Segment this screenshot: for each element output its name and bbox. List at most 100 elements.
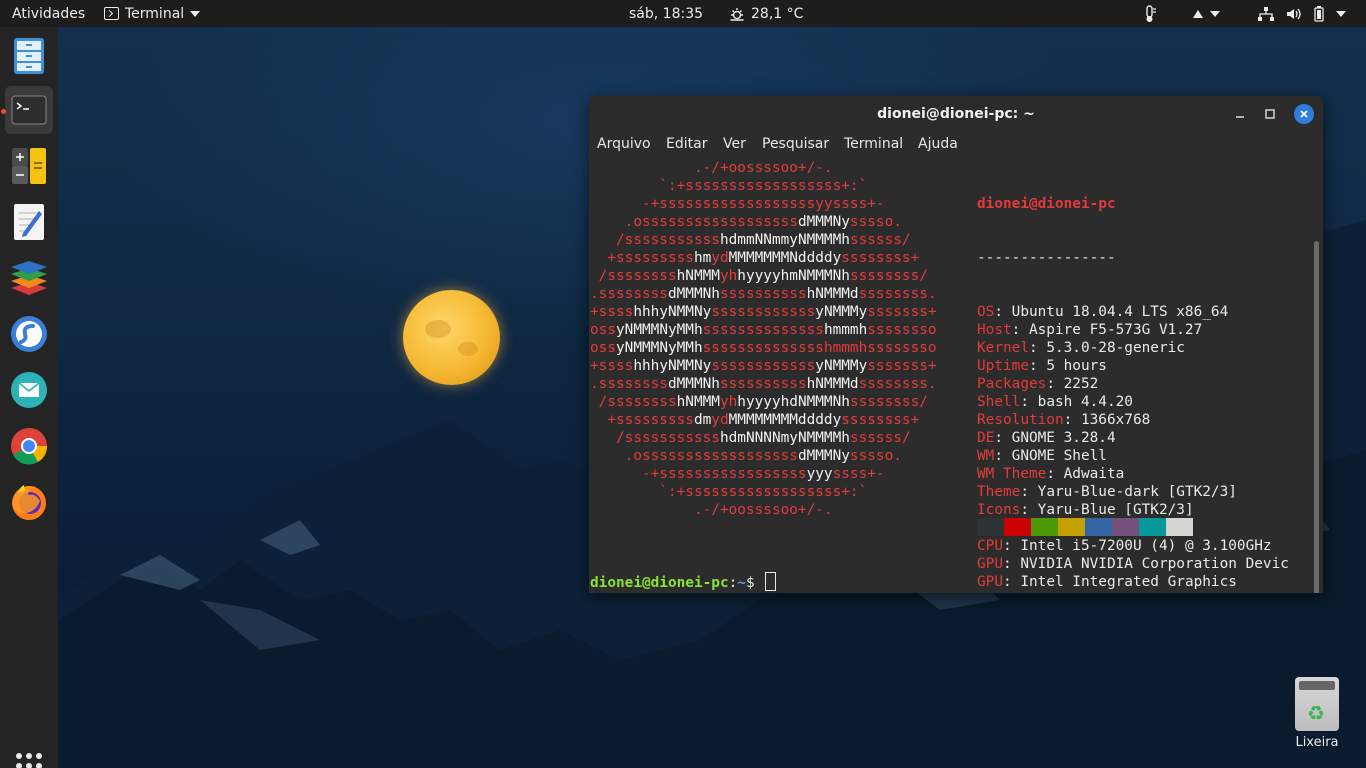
ascii-segment: oss	[590, 322, 616, 338]
menu-ajuda[interactable]: Ajuda	[918, 136, 958, 152]
ascii-segment: ssssssssss	[719, 286, 807, 302]
ascii-segment: -+sssssssssssssssss	[590, 466, 807, 482]
menu-pesquisar[interactable]: Pesquisar	[762, 136, 829, 152]
menu-terminal[interactable]: Terminal	[844, 136, 903, 152]
info-colon: :	[1003, 556, 1021, 572]
trash-icon: ♻	[1295, 677, 1339, 731]
ascii-segment: .-/+oossssoo+/-.	[590, 160, 833, 176]
info-row: WM Theme: Adwaita	[977, 465, 1289, 483]
prompt-symbol: $	[745, 575, 764, 591]
ascii-segment: dMMMNh	[667, 286, 720, 302]
shell-prompt[interactable]: dionei@dionei-pc:~$	[590, 572, 777, 592]
ascii-segment: ssssssssss	[719, 376, 807, 392]
info-key: Uptime	[977, 358, 1029, 374]
minimize-icon	[1236, 116, 1244, 118]
terminal-content[interactable]: .-/+oossssoo+/-. `:+ssssssssssssssssss+:…	[589, 157, 1323, 593]
info-colon: :	[1029, 592, 1046, 593]
weather-sun-icon	[730, 7, 744, 21]
menu-editar[interactable]: Editar	[666, 136, 707, 152]
info-colon: :	[1046, 376, 1064, 392]
ascii-segment: yd	[711, 250, 729, 266]
dock-item-files[interactable]	[5, 32, 53, 80]
close-icon	[1300, 110, 1308, 118]
info-value: bash 4.4.20	[1037, 394, 1133, 410]
info-colon: :	[1011, 322, 1029, 338]
ascii-segment: ssssssss.	[858, 286, 937, 302]
text-cursor	[765, 572, 777, 591]
info-value: Yaru-Blue-dark [GTK2/3]	[1037, 484, 1237, 500]
layers-icon	[11, 261, 47, 295]
ascii-segment: ssssssss.	[858, 376, 937, 392]
ascii-segment: hNMMMd	[806, 376, 859, 392]
scrollbar[interactable]	[1314, 241, 1319, 593]
info-value: 5.3.0-28-generic	[1046, 340, 1185, 356]
dock-item-firefox[interactable]	[5, 478, 53, 526]
palette-swatch	[1031, 518, 1058, 536]
dock-item-mail[interactable]	[5, 366, 53, 414]
menu-ver[interactable]: Ver	[723, 136, 746, 152]
close-button[interactable]	[1294, 104, 1314, 124]
trash-desktop-icon[interactable]: ♻ Lixeira	[1288, 677, 1346, 750]
ascii-segment: yd	[711, 412, 729, 428]
thermometer-indicator[interactable]	[1143, 0, 1157, 27]
dock-item-layers[interactable]	[5, 254, 53, 302]
dock-item-chrome[interactable]	[5, 422, 53, 470]
ascii-segment: yNMMMy	[815, 304, 868, 320]
weather-indicator[interactable]: 28,1 °C	[729, 0, 803, 27]
ascii-segment: -+ssssssssssssssssssyyssss+-	[590, 196, 885, 212]
info-colon: :	[1020, 394, 1038, 410]
ascii-segment: ssssssss+	[841, 412, 920, 428]
info-value: 1366x768	[1080, 412, 1151, 428]
ascii-segment: sssso.	[849, 214, 902, 230]
ascii-segment: hhhyNMMNy	[633, 304, 712, 320]
chevron-down-icon	[190, 10, 201, 17]
dock-item-simplenote[interactable]	[5, 310, 53, 358]
info-value: 2252	[1063, 376, 1099, 392]
info-value: 5 hours	[1046, 358, 1107, 374]
palette-swatch	[1004, 518, 1031, 536]
activities-button[interactable]: Atividades	[12, 0, 85, 27]
ascii-line: .ossssssssssssssssssdMMMNysssso.	[590, 447, 937, 465]
trash-label: Lixeira	[1295, 735, 1339, 750]
minimize-button[interactable]	[1230, 104, 1250, 124]
ascii-segment: yNMMMNyMMh	[616, 322, 703, 338]
ascii-segment: +ssss	[590, 304, 634, 320]
ascii-segment: .ssssssss	[590, 286, 668, 302]
palette-swatch	[1085, 518, 1112, 536]
ascii-segment: hhhyNMMNy	[633, 358, 712, 374]
upload-indicator[interactable]	[1192, 0, 1220, 27]
ascii-segment: /sssssssssss	[590, 430, 720, 446]
ascii-line: .ossssssssssssssssssdMMMNysssso.	[590, 213, 937, 231]
system-menu[interactable]	[1258, 0, 1346, 27]
maximize-button[interactable]	[1260, 104, 1280, 124]
info-key: Host	[977, 322, 1012, 338]
dock-item-calculator[interactable]	[5, 142, 53, 190]
show-applications-button[interactable]	[16, 753, 42, 768]
ascii-segment: ssss+-	[832, 466, 885, 482]
ascii-line: -+ssssssssssssssssssyyssss+-	[590, 195, 937, 213]
ascii-segment: yh	[719, 394, 738, 410]
ascii-segment: +sssssssss	[590, 412, 694, 428]
clock[interactable]: sáb, 18:35	[629, 0, 703, 27]
maximize-icon	[1265, 109, 1275, 119]
dock-item-text-editor[interactable]	[5, 198, 53, 246]
battery-icon	[1314, 5, 1324, 22]
prompt-separator: :	[728, 575, 738, 591]
palette-swatch	[977, 518, 1004, 536]
ascii-line: .-/+oossssoo+/-.	[590, 501, 937, 519]
window-titlebar[interactable]: dionei@dionei-pc: ~	[589, 96, 1323, 133]
menu-arquivo[interactable]: Arquivo	[597, 136, 651, 152]
ascii-segment: `:+ssssssssssssssssss+:`	[590, 484, 868, 500]
terminal-window[interactable]: dionei@dionei-pc: ~ Arquivo Editar Ver P…	[589, 96, 1323, 593]
info-colon: :	[1046, 466, 1064, 482]
app-menu-button[interactable]: Terminal	[104, 0, 201, 27]
info-colon: :	[1063, 412, 1081, 428]
info-key: Icons	[977, 502, 1021, 518]
info-separator: ----------------	[977, 250, 1116, 266]
moon	[403, 290, 500, 385]
info-colon: :	[994, 448, 1012, 464]
dock-item-terminal[interactable]	[5, 86, 53, 134]
ascii-segment: .-/+oossssoo+/-.	[590, 502, 833, 518]
ascii-segment: hNMMM	[676, 268, 720, 284]
terminal-icon	[104, 7, 119, 20]
